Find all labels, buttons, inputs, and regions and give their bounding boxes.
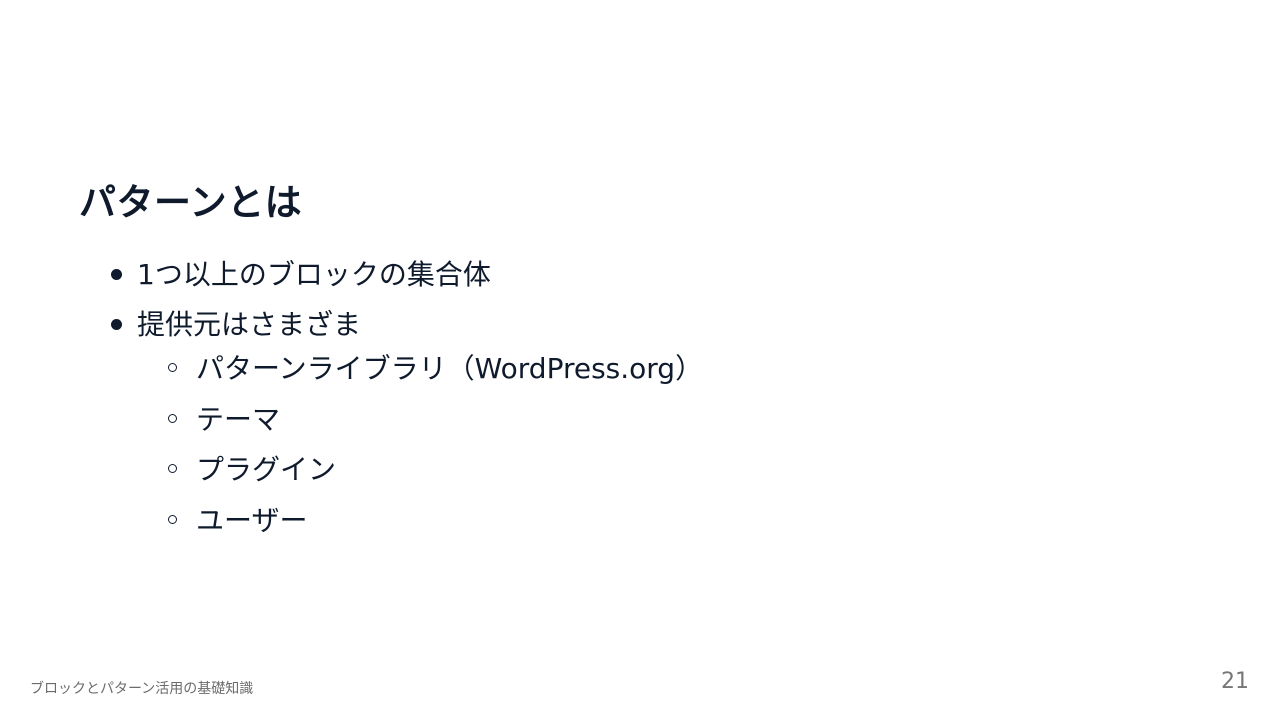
slide-title: パターンとは [79,181,303,224]
sub-bullet-list: パターンライブラリ（WordPress.org） テーマ プラグイン ユーザー [137,344,703,546]
sub-bullet-text: パターンライブラリ（WordPress.org） [196,352,704,385]
bullet-item: 提供元はさまざま パターンライブラリ（WordPress.org） テーマ プラ… [108,300,703,546]
sub-bullet-item: ユーザー [137,496,703,547]
sub-bullet-text: ユーザー [196,503,308,537]
hollow-circle-bullet-icon [168,514,177,524]
sub-bullet-item: テーマ [137,395,703,446]
sub-bullet-item: パターンライブラリ（WordPress.org） [137,344,703,395]
footer-text: ブロックとパターン活用の基礎知識 [30,681,254,697]
hollow-circle-bullet-icon [168,464,177,473]
sub-bullet-text: テーマ [196,402,281,436]
bullet-text: 提供元はさまざま [137,308,362,341]
page-number: 21 [1221,669,1249,694]
bullet-text: 1つ以上のブロックの集合体 [137,258,491,291]
bullet-dot-icon [111,319,122,330]
sub-bullet-text: プラグイン [196,453,337,486]
sub-bullet-item: プラグイン [137,445,703,496]
hollow-circle-bullet-icon [168,413,177,423]
bullet-dot-icon [111,269,122,280]
bullet-list: 1つ以上のブロックの集合体 提供元はさまざま パターンライブラリ（WordPre… [108,250,703,546]
bullet-item: 1つ以上のブロックの集合体 [108,250,703,300]
hollow-circle-bullet-icon [168,363,177,372]
slide: パターンとは 1つ以上のブロックの集合体 提供元はさまざま パターンライブラリ（… [0,0,1280,720]
